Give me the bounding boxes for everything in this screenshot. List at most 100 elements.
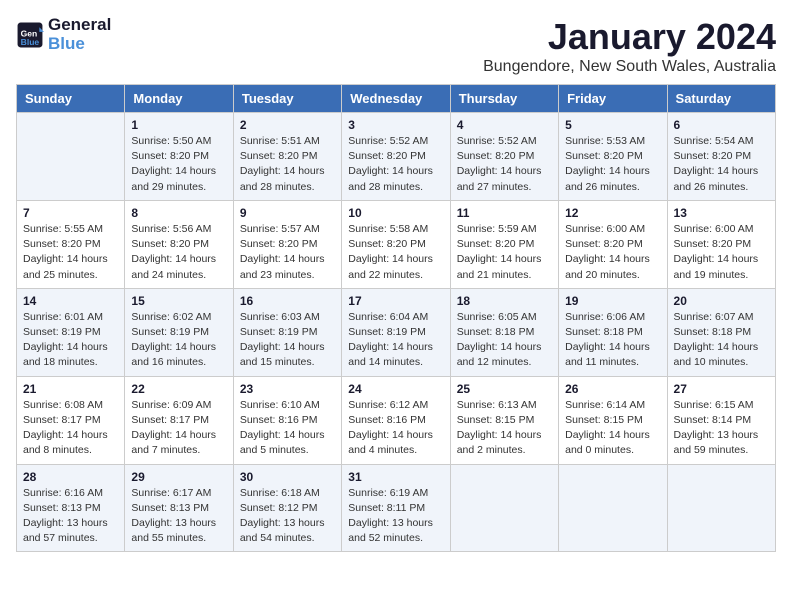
calendar-cell: 14 Sunrise: 6:01 AM Sunset: 8:19 PM Dayli…	[17, 288, 125, 376]
calendar-week-row: 14 Sunrise: 6:01 AM Sunset: 8:19 PM Dayli…	[17, 288, 776, 376]
day-number: 6	[674, 118, 769, 132]
day-info: Sunrise: 6:18 AM Sunset: 8:12 PM Dayligh…	[240, 486, 335, 547]
calendar-cell	[667, 464, 775, 552]
day-info: Sunrise: 5:52 AM Sunset: 8:20 PM Dayligh…	[348, 134, 443, 195]
day-info: Sunrise: 6:16 AM Sunset: 8:13 PM Dayligh…	[23, 486, 118, 547]
calendar-cell: 1Sunrise: 5:50 AM Sunset: 8:20 PM Daylig…	[125, 113, 233, 201]
calendar-cell: 8 Sunrise: 5:56 AM Sunset: 8:20 PM Daylig…	[125, 200, 233, 288]
calendar-cell: 19 Sunrise: 6:06 AM Sunset: 8:18 PM Dayli…	[559, 288, 667, 376]
day-number: 27	[674, 382, 769, 396]
day-number: 25	[457, 382, 552, 396]
calendar-cell: 29 Sunrise: 6:17 AM Sunset: 8:13 PM Dayli…	[125, 464, 233, 552]
day-number: 21	[23, 382, 118, 396]
day-number: 18	[457, 294, 552, 308]
calendar-cell: 27Sunrise: 6:15 AM Sunset: 8:14 PM Dayli…	[667, 376, 775, 464]
day-number: 24	[348, 382, 443, 396]
calendar-title: January 2024	[483, 16, 776, 58]
column-header-tuesday: Tuesday	[233, 85, 341, 113]
day-info: Sunrise: 6:14 AM Sunset: 8:15 PM Dayligh…	[565, 398, 660, 459]
day-info: Sunrise: 6:03 AM Sunset: 8:19 PM Dayligh…	[240, 310, 335, 371]
day-number: 29	[131, 470, 226, 484]
day-number: 28	[23, 470, 118, 484]
calendar-cell: 15Sunrise: 6:02 AM Sunset: 8:19 PM Dayli…	[125, 288, 233, 376]
calendar-cell: 13 Sunrise: 6:00 AM Sunset: 8:20 PM Dayli…	[667, 200, 775, 288]
calendar-cell: 22 Sunrise: 6:09 AM Sunset: 8:17 PM Dayli…	[125, 376, 233, 464]
day-info: Sunrise: 6:10 AM Sunset: 8:16 PM Dayligh…	[240, 398, 335, 459]
day-info: Sunrise: 5:58 AM Sunset: 8:20 PM Dayligh…	[348, 222, 443, 283]
day-info: Sunrise: 6:00 AM Sunset: 8:20 PM Dayligh…	[565, 222, 660, 283]
logo-text-blue: Blue	[48, 35, 111, 54]
day-info: Sunrise: 6:04 AM Sunset: 8:19 PM Dayligh…	[348, 310, 443, 371]
day-info: Sunrise: 6:06 AM Sunset: 8:18 PM Dayligh…	[565, 310, 660, 371]
day-info: Sunrise: 6:07 AM Sunset: 8:18 PM Dayligh…	[674, 310, 769, 371]
day-number: 11	[457, 206, 552, 220]
calendar-cell	[559, 464, 667, 552]
day-number: 3	[348, 118, 443, 132]
day-info: Sunrise: 5:54 AM Sunset: 8:20 PM Dayligh…	[674, 134, 769, 195]
calendar-cell	[450, 464, 558, 552]
calendar-header-row: SundayMondayTuesdayWednesdayThursdayFrid…	[17, 85, 776, 113]
day-number: 12	[565, 206, 660, 220]
day-info: Sunrise: 6:08 AM Sunset: 8:17 PM Dayligh…	[23, 398, 118, 459]
day-info: Sunrise: 5:53 AM Sunset: 8:20 PM Dayligh…	[565, 134, 660, 195]
logo-icon: Gen Blue	[16, 21, 44, 49]
calendar-cell	[17, 113, 125, 201]
column-header-wednesday: Wednesday	[342, 85, 450, 113]
day-info: Sunrise: 6:12 AM Sunset: 8:16 PM Dayligh…	[348, 398, 443, 459]
calendar-cell: 9 Sunrise: 5:57 AM Sunset: 8:20 PM Daylig…	[233, 200, 341, 288]
logo-text-general: General	[48, 16, 111, 35]
day-info: Sunrise: 6:13 AM Sunset: 8:15 PM Dayligh…	[457, 398, 552, 459]
calendar-cell: 2Sunrise: 5:51 AM Sunset: 8:20 PM Daylig…	[233, 113, 341, 201]
day-number: 4	[457, 118, 552, 132]
calendar-cell: 31 Sunrise: 6:19 AM Sunset: 8:11 PM Dayli…	[342, 464, 450, 552]
calendar-cell: 5 Sunrise: 5:53 AM Sunset: 8:20 PM Daylig…	[559, 113, 667, 201]
day-info: Sunrise: 6:19 AM Sunset: 8:11 PM Dayligh…	[348, 486, 443, 547]
day-number: 5	[565, 118, 660, 132]
day-number: 14	[23, 294, 118, 308]
calendar-cell: 16Sunrise: 6:03 AM Sunset: 8:19 PM Dayli…	[233, 288, 341, 376]
calendar-cell: 17 Sunrise: 6:04 AM Sunset: 8:19 PM Dayli…	[342, 288, 450, 376]
calendar-cell: 3 Sunrise: 5:52 AM Sunset: 8:20 PM Daylig…	[342, 113, 450, 201]
calendar-cell: 26 Sunrise: 6:14 AM Sunset: 8:15 PM Dayli…	[559, 376, 667, 464]
day-number: 1	[131, 118, 226, 132]
day-info: Sunrise: 6:01 AM Sunset: 8:19 PM Dayligh…	[23, 310, 118, 371]
day-info: Sunrise: 5:52 AM Sunset: 8:20 PM Dayligh…	[457, 134, 552, 195]
page-header: Gen Blue General Blue January 2024 Bunge…	[16, 16, 776, 76]
day-number: 9	[240, 206, 335, 220]
calendar-cell: 6 Sunrise: 5:54 AM Sunset: 8:20 PM Daylig…	[667, 113, 775, 201]
day-number: 17	[348, 294, 443, 308]
day-number: 23	[240, 382, 335, 396]
column-header-saturday: Saturday	[667, 85, 775, 113]
logo: Gen Blue General Blue	[16, 16, 111, 53]
day-number: 30	[240, 470, 335, 484]
day-number: 13	[674, 206, 769, 220]
day-info: Sunrise: 6:09 AM Sunset: 8:17 PM Dayligh…	[131, 398, 226, 459]
calendar-cell: 12 Sunrise: 6:00 AM Sunset: 8:20 PM Dayli…	[559, 200, 667, 288]
calendar-week-row: 1Sunrise: 5:50 AM Sunset: 8:20 PM Daylig…	[17, 113, 776, 201]
calendar-cell: 21 Sunrise: 6:08 AM Sunset: 8:17 PM Dayli…	[17, 376, 125, 464]
column-header-sunday: Sunday	[17, 85, 125, 113]
calendar-table: SundayMondayTuesdayWednesdayThursdayFrid…	[16, 84, 776, 552]
day-number: 8	[131, 206, 226, 220]
day-number: 15	[131, 294, 226, 308]
day-number: 31	[348, 470, 443, 484]
calendar-cell: 25 Sunrise: 6:13 AM Sunset: 8:15 PM Dayli…	[450, 376, 558, 464]
day-number: 10	[348, 206, 443, 220]
day-number: 19	[565, 294, 660, 308]
calendar-week-row: 28 Sunrise: 6:16 AM Sunset: 8:13 PM Dayli…	[17, 464, 776, 552]
calendar-cell: 10 Sunrise: 5:58 AM Sunset: 8:20 PM Dayli…	[342, 200, 450, 288]
day-info: Sunrise: 6:17 AM Sunset: 8:13 PM Dayligh…	[131, 486, 226, 547]
day-number: 22	[131, 382, 226, 396]
calendar-cell: 7Sunrise: 5:55 AM Sunset: 8:20 PM Daylig…	[17, 200, 125, 288]
column-header-monday: Monday	[125, 85, 233, 113]
calendar-subtitle: Bungendore, New South Wales, Australia	[483, 58, 776, 76]
column-header-friday: Friday	[559, 85, 667, 113]
calendar-cell: 23 Sunrise: 6:10 AM Sunset: 8:16 PM Dayli…	[233, 376, 341, 464]
day-number: 26	[565, 382, 660, 396]
day-info: Sunrise: 5:56 AM Sunset: 8:20 PM Dayligh…	[131, 222, 226, 283]
day-info: Sunrise: 6:00 AM Sunset: 8:20 PM Dayligh…	[674, 222, 769, 283]
calendar-body: 1Sunrise: 5:50 AM Sunset: 8:20 PM Daylig…	[17, 113, 776, 552]
day-info: Sunrise: 5:55 AM Sunset: 8:20 PM Dayligh…	[23, 222, 118, 283]
day-info: Sunrise: 5:57 AM Sunset: 8:20 PM Dayligh…	[240, 222, 335, 283]
calendar-cell: 28 Sunrise: 6:16 AM Sunset: 8:13 PM Dayli…	[17, 464, 125, 552]
